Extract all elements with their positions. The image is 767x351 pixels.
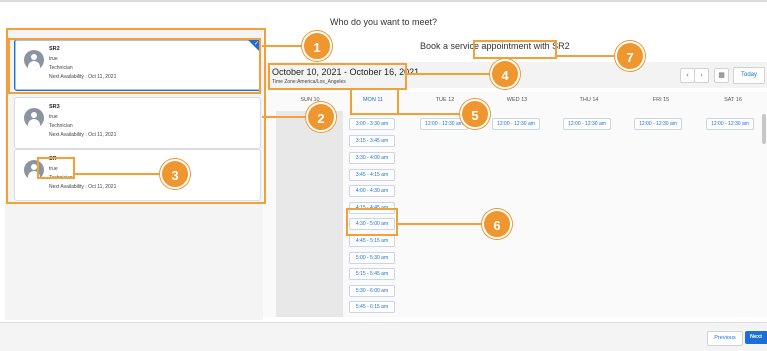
time-slot[interactable]: 5:45 - 6:15 am bbox=[349, 301, 395, 313]
time-slot[interactable]: 3:45 - 4:15 am bbox=[349, 169, 395, 181]
time-slot[interactable]: 3:00 - 3:30 am bbox=[349, 118, 395, 130]
time-slot-fri[interactable]: 12:00 - 12:30 am bbox=[634, 118, 682, 130]
callout-5: 5 bbox=[460, 99, 490, 129]
callout-2: 2 bbox=[306, 102, 336, 132]
time-slot[interactable]: 5:30 - 6:00 am bbox=[349, 285, 395, 297]
annotation-line-1 bbox=[262, 45, 304, 47]
annotation-box-selected-card bbox=[8, 38, 261, 94]
callout-3: 3 bbox=[160, 159, 190, 189]
time-slot-thu[interactable]: 12:00 - 12:30 am bbox=[563, 118, 611, 130]
page-title: Who do you want to meet? bbox=[329, 17, 438, 27]
annotation-line-6 bbox=[397, 223, 485, 225]
callout-6: 6 bbox=[482, 209, 512, 239]
time-slot-wed[interactable]: 12:00 - 12:30 am bbox=[492, 118, 540, 130]
time-slot-sat[interactable]: 12:00 - 12:30 am bbox=[706, 118, 754, 130]
annotation-line-7 bbox=[556, 55, 618, 57]
next-button[interactable]: Next bbox=[745, 331, 767, 344]
today-button[interactable]: Today bbox=[733, 67, 765, 84]
calendar-icon[interactable]: ▦ bbox=[714, 68, 729, 83]
calendar-scrollbar[interactable] bbox=[762, 114, 766, 144]
time-slot[interactable]: 3:30 - 4:00 am bbox=[349, 152, 395, 164]
prev-week-icon[interactable]: ‹ bbox=[680, 68, 695, 83]
annotation-box-monday bbox=[350, 88, 399, 115]
next-week-icon[interactable]: › bbox=[694, 68, 709, 83]
annotation-box-resource-details bbox=[37, 157, 75, 179]
time-slot[interactable]: 5:15 - 5:45 am bbox=[349, 268, 395, 280]
sunday-unavailable-column bbox=[276, 111, 343, 317]
day-header-sat[interactable]: SAT 16 bbox=[703, 97, 763, 103]
day-header-sun: SUN 10 bbox=[300, 97, 320, 103]
previous-button[interactable]: Previous bbox=[707, 331, 743, 346]
annotation-line-2 bbox=[262, 116, 308, 118]
day-header-wed[interactable]: WED 13 bbox=[487, 97, 547, 103]
callout-1: 1 bbox=[302, 31, 332, 61]
callout-7: 7 bbox=[615, 41, 645, 71]
annotation-box-book-title bbox=[473, 40, 557, 59]
time-slot[interactable]: 5:00 - 5:30 am bbox=[349, 252, 395, 264]
time-slot[interactable]: 4:00 - 4:30 am bbox=[349, 185, 395, 197]
annotation-box-date-range bbox=[268, 63, 407, 90]
annotation-line-4 bbox=[406, 73, 492, 75]
day-header-fri[interactable]: FRI 15 bbox=[631, 97, 691, 103]
annotation-box-time-slot bbox=[346, 208, 398, 236]
time-slot[interactable]: 3:15 - 3:45 am bbox=[349, 135, 395, 147]
callout-4: 4 bbox=[490, 59, 520, 89]
day-header-thu[interactable]: THU 14 bbox=[559, 97, 619, 103]
annotation-line-3 bbox=[75, 173, 161, 175]
window-top-border bbox=[0, 0, 767, 2]
footer-bar bbox=[0, 322, 767, 351]
annotation-line-5 bbox=[398, 113, 462, 115]
time-slot[interactable]: 4:45 - 5:15 am bbox=[349, 235, 395, 247]
